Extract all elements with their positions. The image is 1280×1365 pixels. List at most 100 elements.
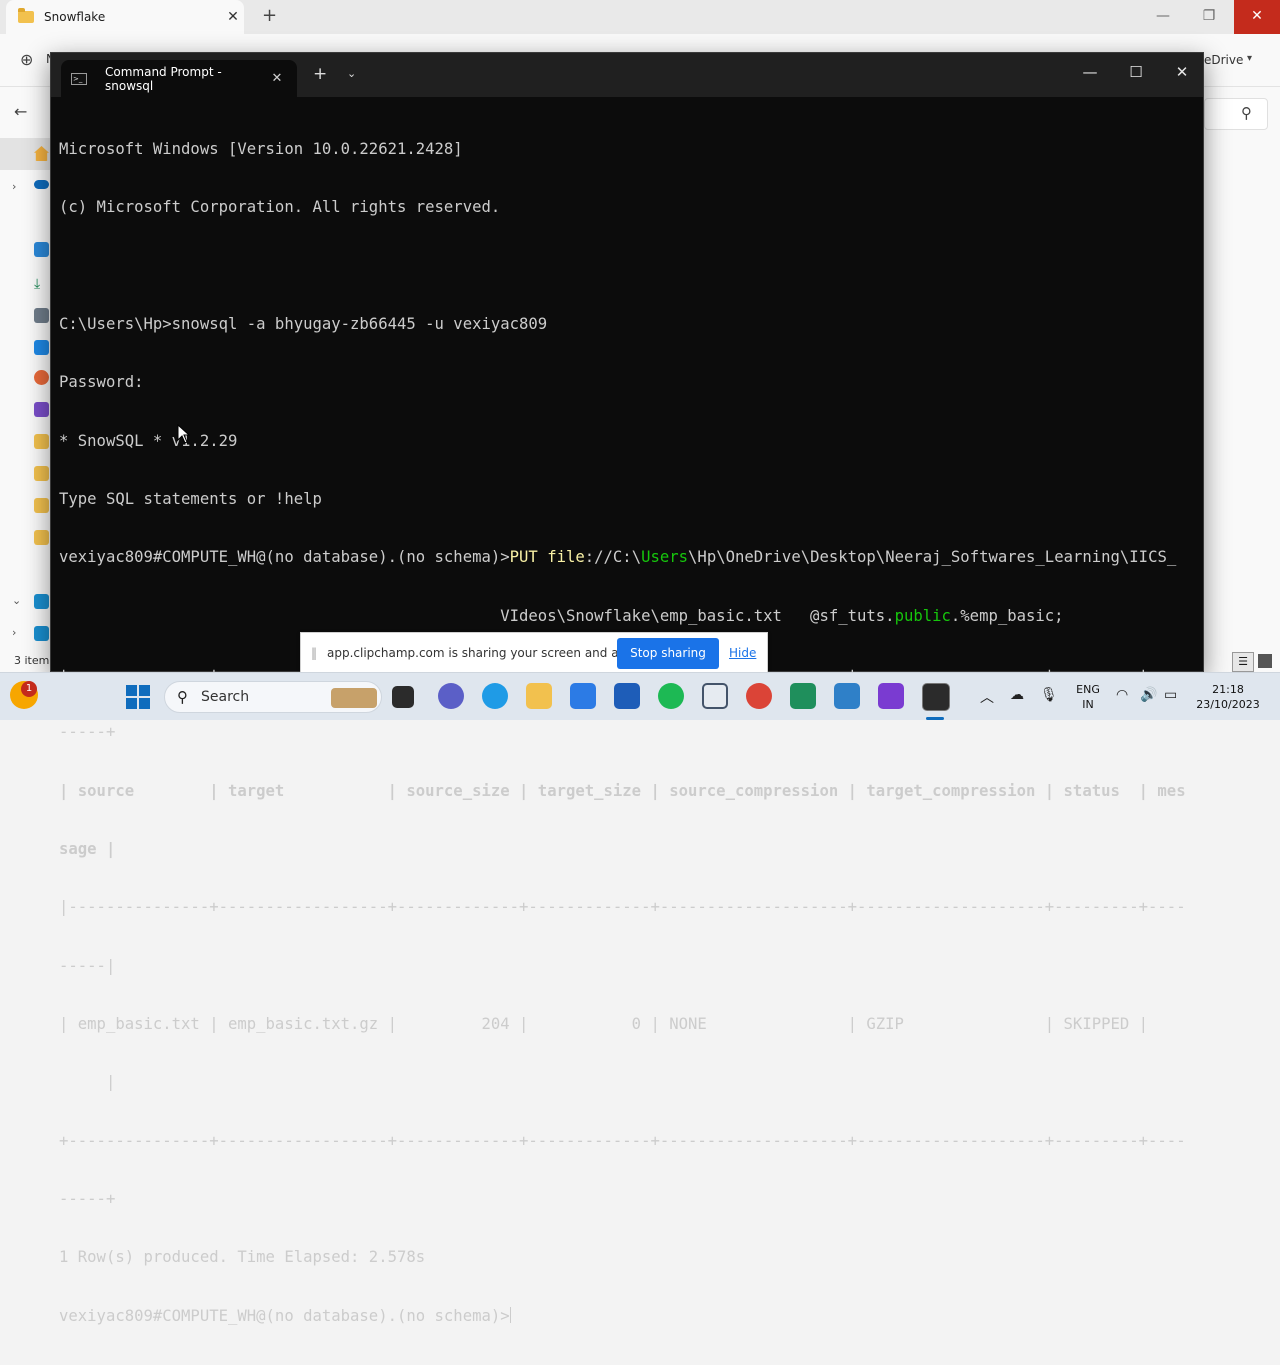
folder-icon [18, 8, 34, 23]
terminal-line: Password: [59, 373, 144, 392]
terminal-line: C:\Users\Hp>snowsql -a bhyugay-zb66445 -… [59, 314, 548, 333]
clock-time: 21:18 [1212, 683, 1244, 696]
edge-browser-icon[interactable] [482, 683, 508, 709]
command-text: ://C:\ [584, 548, 642, 567]
command-text: .%emp_basic; [950, 606, 1064, 625]
screen-sharing-banner: || app.clipchamp.com is sharing your scr… [300, 632, 768, 674]
explorer-tab-bar: Snowflake ✕ + — ❐ ✕ [0, 0, 1280, 34]
download-icon[interactable]: ⤓ [34, 276, 49, 292]
music-icon[interactable] [34, 370, 49, 385]
chrome-icon[interactable] [746, 683, 772, 709]
details-view-icon[interactable]: ☰ [1232, 652, 1254, 672]
notification-badge: 1 [21, 681, 37, 697]
table-border: +---------------+------------------+----… [59, 1131, 1186, 1150]
back-arrow-icon[interactable]: ← [14, 102, 27, 121]
explorer-item-count: 3 item [14, 654, 50, 667]
chevron-down-icon[interactable]: ▾ [1247, 53, 1252, 64]
chevron-down-icon[interactable]: ⌄ [347, 67, 356, 80]
command-prompt-window: >_ Command Prompt - snowsql ✕ + ⌄ — ☐ ✕ … [50, 52, 1205, 1325]
terminal-maximize-button[interactable]: ☐ [1113, 53, 1159, 93]
table-row: | emp_basic.txt | emp_basic.txt.gz | 204… [59, 1015, 1149, 1034]
explorer-close-button[interactable]: ✕ [1234, 0, 1280, 34]
microphone-icon[interactable]: 🎙 [1040, 687, 1058, 703]
chevron-right-icon[interactable]: › [12, 180, 16, 193]
search-icon: ⚲ [177, 688, 188, 706]
onedrive-icon[interactable] [34, 180, 49, 189]
command-text: VIdeos\Snowflake\emp_basic.txt @sf_tuts. [500, 606, 895, 625]
folder-icon[interactable] [34, 498, 49, 513]
tiles-view-icon[interactable] [1258, 654, 1272, 668]
terminal-line: Type SQL statements or !help [59, 489, 322, 508]
onedrive-label[interactable]: eDrive [1204, 53, 1243, 67]
battery-icon[interactable]: ▭ [1164, 687, 1177, 703]
pictures-icon[interactable] [34, 340, 49, 355]
microsoft-store-icon[interactable] [570, 683, 596, 709]
input-language-indicator[interactable]: ENG IN [1070, 682, 1106, 712]
table-border: -----+ [59, 723, 116, 742]
close-icon[interactable]: ✕ [222, 9, 244, 25]
explorer-tab-title: Snowflake [44, 10, 106, 24]
terminal-new-tab-button[interactable]: + [313, 64, 327, 84]
videos-icon[interactable] [34, 402, 49, 417]
language-code: ENG [1076, 683, 1100, 696]
clock-date: 23/10/2023 [1196, 698, 1260, 711]
explorer-search-box[interactable]: ⚲ [1204, 98, 1268, 130]
table-header-row: sage | [59, 840, 116, 859]
explorer-tab-snowflake[interactable]: Snowflake ✕ [6, 0, 244, 34]
this-pc-icon[interactable] [34, 594, 49, 609]
cloud-upload-icon[interactable] [702, 683, 728, 709]
terminal-close-button[interactable]: ✕ [1159, 53, 1205, 93]
folder-icon[interactable] [34, 466, 49, 481]
terminal-line: 1 Row(s) produced. Time Elapsed: 2.578s [59, 1248, 426, 1267]
terminal-line: Microsoft Windows [Version 10.0.22621.24… [59, 139, 463, 158]
command-text: \Hp\OneDrive\Desktop\Neeraj_Softwares_Le… [688, 548, 1177, 567]
search-placeholder: Search [201, 689, 250, 705]
volume-icon[interactable]: 🔊 [1140, 687, 1157, 703]
spotify-icon[interactable] [658, 683, 684, 709]
wifi-icon[interactable]: ◠ [1116, 687, 1128, 703]
terminal-line: * SnowSQL * v1.2.29 [59, 431, 238, 450]
file-explorer-icon[interactable] [526, 683, 552, 709]
terminal-line: (c) Microsoft Corporation. All rights re… [59, 198, 501, 217]
task-view-icon[interactable] [392, 686, 414, 708]
chevron-up-icon[interactable]: ︿ [980, 687, 994, 707]
notepad-icon[interactable] [834, 683, 860, 709]
terminal-tab[interactable]: >_ Command Prompt - snowsql ✕ [61, 60, 297, 97]
terminal-app-icon[interactable] [922, 683, 950, 711]
region-code: IN [1082, 698, 1094, 711]
plus-circle-icon[interactable]: ⊕ [20, 50, 33, 69]
taskbar-search-box[interactable]: ⚲ Search [164, 681, 382, 713]
terminal-tab-title: Command Prompt - snowsql [105, 64, 222, 93]
onedrive-cloud-icon[interactable]: ☁ [1010, 687, 1024, 703]
prompt-text: vexiyac809#COMPUTE_WH@(no database).(no … [59, 1306, 510, 1325]
stop-sharing-button[interactable]: Stop sharing [617, 638, 719, 669]
word-icon[interactable] [614, 683, 640, 709]
folder-icon[interactable] [34, 530, 49, 545]
cmd-icon: >_ [71, 72, 87, 85]
windows-start-icon[interactable] [126, 685, 150, 709]
drag-handle-icon[interactable]: || [311, 646, 317, 660]
sharing-message: app.clipchamp.com is sharing your screen… [327, 646, 649, 660]
terminal-command-line: VIdeos\Snowflake\emp_basic.txt @sf_tuts.… [59, 607, 1195, 626]
table-header-row: | source | target | source_size | target… [59, 781, 1186, 800]
terminal-minimize-button[interactable]: — [1067, 53, 1113, 93]
table-border: -----| [59, 956, 116, 975]
system-clock[interactable]: 21:18 23/10/2023 [1190, 682, 1266, 712]
explorer-new-tab-button[interactable]: + [262, 5, 277, 26]
chevron-right-icon[interactable]: › [12, 626, 16, 639]
video-editor-icon[interactable] [790, 683, 816, 709]
explorer-restore-button[interactable]: ❐ [1186, 0, 1232, 34]
chevron-down-icon[interactable]: ⌄ [12, 594, 21, 607]
folder-icon[interactable] [34, 434, 49, 449]
command-highlight: Users [641, 548, 689, 567]
clipchamp-icon[interactable] [878, 683, 904, 709]
explorer-minimize-button[interactable]: — [1140, 0, 1186, 34]
documents-icon[interactable] [34, 308, 49, 323]
network-icon[interactable] [34, 626, 49, 641]
terminal-output[interactable]: Microsoft Windows [Version 10.0.22621.24… [59, 101, 1195, 1365]
hide-button[interactable]: Hide [729, 646, 756, 660]
table-border: -----+ [59, 1190, 116, 1209]
close-icon[interactable]: ✕ [267, 71, 287, 86]
teams-chat-icon[interactable] [438, 683, 464, 709]
desktop-icon[interactable] [34, 242, 49, 257]
